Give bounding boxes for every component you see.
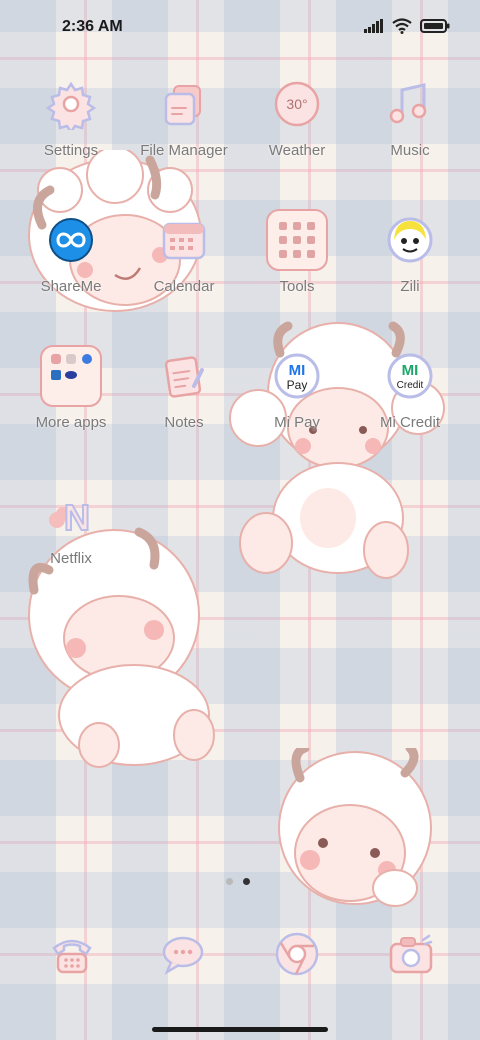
netflix-icon: N: [39, 480, 103, 544]
app-label: File Manager: [140, 142, 228, 159]
wifi-icon: [392, 18, 412, 34]
camera-icon: [389, 934, 433, 974]
app-notes[interactable]: Notes: [128, 344, 240, 431]
battery-icon: [420, 19, 450, 33]
app-label: ShareMe: [40, 278, 102, 295]
app-file-manager[interactable]: File Manager: [128, 72, 240, 159]
shareme-icon: [39, 208, 103, 272]
dock-messages[interactable]: [151, 922, 215, 986]
home-indicator[interactable]: [152, 1027, 328, 1032]
music-note-icon: [378, 72, 442, 136]
app-label: Notes: [164, 414, 204, 431]
app-weather[interactable]: 30° Weather: [241, 72, 353, 159]
messages-icon: [162, 936, 204, 975]
mi-pay-logo-bottom: Pay: [287, 378, 308, 392]
app-mi-credit[interactable]: MI Credit Mi Credit: [354, 344, 466, 431]
status-icons: [364, 18, 450, 34]
tools-folder-icon: [265, 208, 329, 272]
app-label: Mi Pay: [274, 414, 320, 431]
app-tools[interactable]: Tools: [241, 208, 353, 295]
app-label: Calendar: [153, 278, 215, 295]
app-settings[interactable]: Settings: [15, 72, 127, 159]
app-label: Tools: [279, 278, 315, 295]
gear-icon: [39, 72, 103, 136]
notes-icon: [152, 344, 216, 408]
mi-pay-logo-top: MI: [289, 362, 306, 379]
app-music[interactable]: Music: [354, 72, 466, 159]
app-calendar[interactable]: Calendar: [128, 208, 240, 295]
dock-phone[interactable]: [40, 922, 104, 986]
app-label: Mi Credit: [379, 414, 440, 431]
signal-icon: [364, 19, 383, 33]
app-label: Music: [390, 142, 430, 159]
page-dot-active: [243, 878, 250, 885]
phone-icon: [52, 939, 92, 974]
page-indicator: [226, 878, 250, 885]
browser-icon: [275, 932, 319, 976]
mi-pay-icon: MI Pay: [265, 344, 329, 408]
mi-credit-logo-top: MI: [402, 362, 419, 379]
dock-browser[interactable]: [265, 922, 329, 986]
app-label: More apps: [35, 414, 107, 431]
app-label: Weather: [268, 142, 326, 159]
weather-temp: 30°: [286, 96, 307, 112]
app-netflix[interactable]: N Netflix: [15, 480, 127, 567]
sheep-wallpaper-4: [278, 748, 432, 907]
mi-credit-logo-bottom: Credit: [397, 380, 424, 391]
page-dot: [226, 878, 233, 885]
mi-credit-icon: MI Credit: [378, 344, 442, 408]
app-zili[interactable]: Zili: [354, 208, 466, 295]
status-bar: 2:36 AM: [0, 0, 480, 56]
app-mi-pay[interactable]: MI Pay Mi Pay: [241, 344, 353, 431]
zili-icon: [378, 208, 442, 272]
dock-camera[interactable]: [379, 922, 443, 986]
more-apps-folder-icon: [39, 344, 103, 408]
status-time: 2:36 AM: [62, 18, 123, 35]
app-label: Zili: [400, 278, 420, 295]
weather-icon: 30°: [265, 72, 329, 136]
app-label: Settings: [43, 142, 99, 159]
app-more-apps[interactable]: More apps: [15, 344, 127, 431]
netflix-logo: N: [64, 497, 90, 538]
app-label: Netflix: [50, 550, 92, 567]
app-shareme[interactable]: ShareMe: [15, 208, 127, 295]
folder-icon: [152, 72, 216, 136]
calendar-icon: [152, 208, 216, 272]
